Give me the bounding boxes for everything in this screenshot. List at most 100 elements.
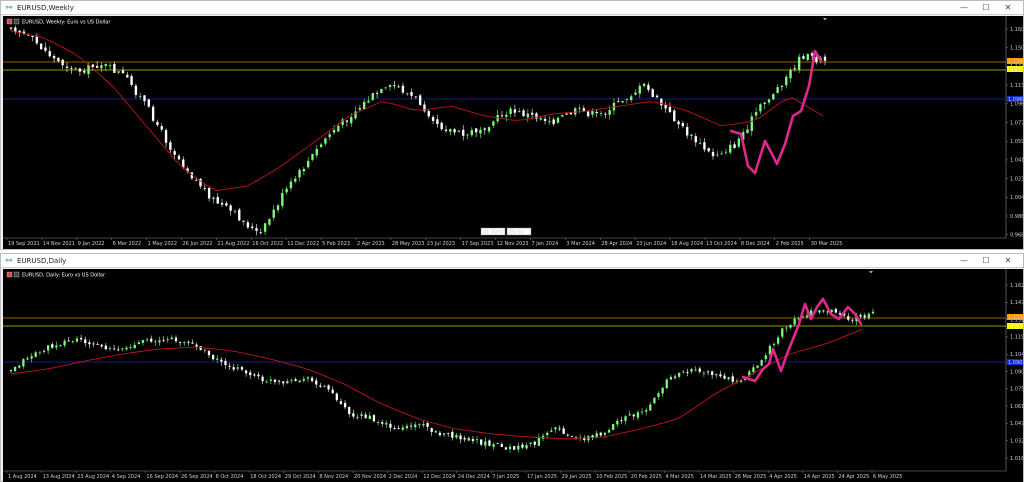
price-label: 1.01855: [1010, 456, 1023, 462]
candle-body: [183, 342, 186, 344]
candle-body: [746, 129, 749, 134]
minimize-button[interactable]: —: [953, 254, 975, 268]
candle-body: [290, 380, 293, 382]
date-label: 2 Dec 2024: [389, 474, 418, 480]
candle-body: [834, 308, 838, 313]
candle-body: [88, 342, 91, 345]
candle-body: [242, 220, 245, 223]
candle-body: [207, 188, 211, 199]
close-button[interactable]: ✕: [997, 1, 1019, 15]
candle-body: [822, 310, 825, 312]
candle-body: [414, 96, 418, 98]
candle-body: [537, 437, 541, 446]
minimize-button[interactable]: —: [953, 1, 975, 15]
candle-body: [636, 412, 640, 418]
date-label: 24 Dec 2024: [458, 474, 490, 480]
candle-body: [294, 379, 297, 381]
candle-body: [65, 66, 69, 68]
candle-body: [220, 203, 224, 205]
candle-body: [405, 425, 409, 429]
price-tag-label: 1.1245: [1008, 67, 1023, 73]
chart-legend: EURUSD, Daily: Euro vs US Dollar: [22, 273, 106, 279]
candle-body: [508, 446, 512, 450]
candle-body: [863, 315, 866, 318]
weekly-chart-canvas[interactable]: EURUSD, Weekly: Euro vs US Dollar 1.1605 1…: [3, 16, 1023, 249]
price-tag-label: 1.13300: [1008, 315, 1023, 321]
date-label: 20 Feb 2025: [631, 474, 662, 480]
indicator-flag-icon: [13, 18, 20, 25]
date-label: 12 Nov 2023: [497, 241, 529, 247]
candle-body: [642, 83, 646, 87]
candle-body: [632, 414, 635, 417]
candle-body: [621, 101, 624, 103]
candle-body: [51, 344, 54, 348]
candle-body: [521, 444, 524, 448]
candle-body: [603, 432, 607, 435]
candle-body: [34, 352, 37, 357]
candle-body: [162, 339, 165, 341]
candle-body: [108, 348, 112, 350]
chart-app-icon: ⚯: [5, 2, 13, 12]
candle-body: [83, 70, 86, 73]
weekly-title-bar[interactable]: ⚯ EURUSD,Weekly — ☐ ✕: [1, 1, 1023, 15]
daily-chart-canvas[interactable]: EURUSD, Daily: Euro vs US Dollar 1.16295 1…: [3, 269, 1023, 482]
candle-body: [760, 360, 763, 366]
candle-body: [463, 438, 466, 440]
candle-body: [130, 76, 133, 85]
candle-body: [177, 155, 181, 160]
candle-body: [724, 151, 728, 153]
candle-body: [216, 197, 219, 204]
candle-body: [673, 110, 676, 122]
candle-body: [169, 142, 172, 150]
candle-body: [44, 47, 47, 51]
price-label: 1.0595: [1010, 139, 1023, 145]
candle-body: [187, 341, 190, 343]
candle-body: [500, 115, 504, 117]
date-label: 21 Aug 2022: [217, 241, 249, 247]
candle-body: [752, 367, 755, 373]
candle-body: [337, 125, 340, 132]
date-label: 13 Oct 2024: [706, 241, 737, 247]
maximize-button[interactable]: ☐: [975, 1, 997, 15]
candle-body: [607, 429, 611, 433]
candle-body: [479, 129, 482, 134]
date-label: 17 Sep 2023: [462, 241, 494, 247]
date-label: 23 Jun 2024: [636, 241, 666, 247]
window-title: EURUSD,Weekly: [17, 3, 74, 12]
price-label: 1.0235: [1010, 176, 1023, 182]
candle-body: [513, 446, 516, 450]
daily-chart-window[interactable]: ⚯ EURUSD,Daily — ☐ ✕ EURUSD, Daily: Euro…: [0, 253, 1024, 482]
candle-body: [640, 411, 644, 413]
candle-body: [228, 365, 231, 367]
candle-body: [668, 107, 672, 113]
candle-body: [61, 59, 64, 66]
candle-body: [281, 193, 284, 206]
candle-body: [100, 344, 103, 347]
candle-body: [715, 374, 718, 376]
candle-body: [442, 433, 446, 435]
date-label: 2 Feb 2025: [776, 241, 804, 247]
price-label: 1.10465: [1010, 352, 1023, 358]
date-label: 28 May 2023: [392, 241, 425, 247]
date-label: 26 Mar 2025: [735, 474, 767, 480]
daily-title-bar[interactable]: ⚯ EURUSD,Daily — ☐ ✕: [1, 254, 1023, 268]
candle-body: [554, 427, 557, 430]
candle-body: [685, 126, 689, 136]
candle-body: [48, 51, 51, 57]
symbol-flag-icon: [6, 271, 13, 278]
indicator-flag-icon: [13, 271, 20, 278]
candle-body: [78, 68, 82, 72]
candle-body: [160, 126, 163, 130]
weekly-chart-window[interactable]: ⚯ EURUSD,Weekly — ☐ ✕ EURUSD, Weekly: Eu…: [0, 0, 1024, 250]
close-button[interactable]: ✕: [997, 254, 1019, 268]
candle-body: [289, 181, 293, 189]
candle-body: [645, 410, 648, 412]
maximize-button[interactable]: ☐: [975, 254, 997, 268]
candle-body: [151, 106, 155, 121]
candle-body: [285, 188, 288, 193]
candle-body: [789, 324, 792, 328]
candle-body: [720, 153, 723, 155]
candle-body: [815, 57, 818, 63]
price-label: 1.03290: [1010, 439, 1023, 445]
candle-body: [694, 136, 697, 143]
